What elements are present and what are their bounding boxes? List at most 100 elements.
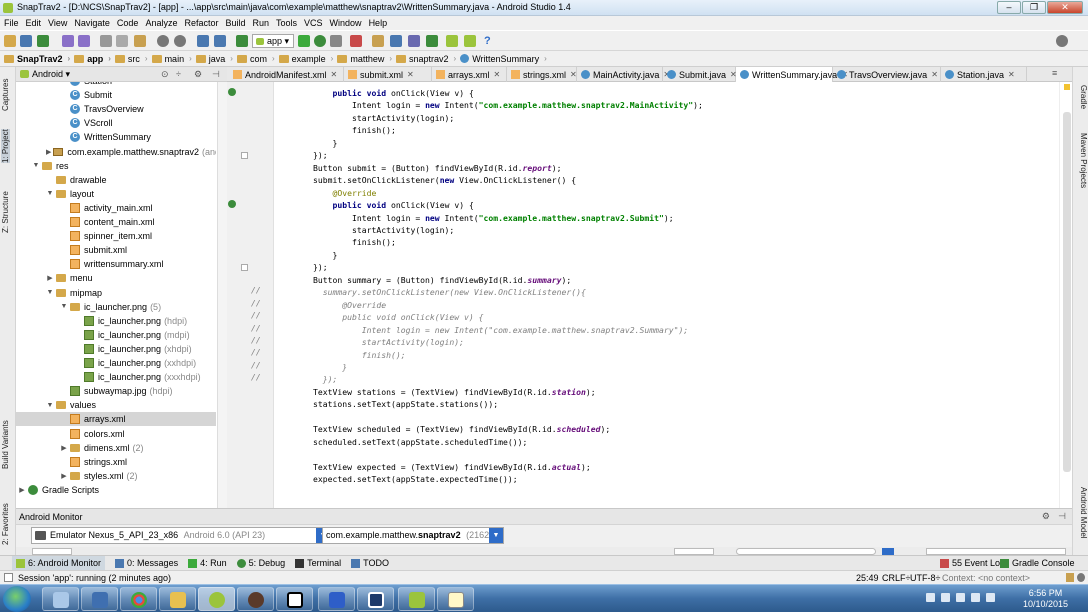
process-select[interactable]: com.example.matthew.snaptrav2 (21622) ▼ (322, 527, 504, 544)
editor-tab[interactable]: Station.java ✕ (941, 67, 1027, 82)
tree-item[interactable]: writtensummary.xml (16, 257, 216, 271)
breadcrumb-item[interactable]: java › (195, 54, 233, 64)
maximize-button[interactable]: ❐ (1022, 1, 1046, 14)
battery-icon[interactable] (971, 593, 980, 602)
tool-todo[interactable]: TODO (351, 558, 389, 568)
tree-item[interactable]: C Submit (16, 88, 216, 102)
undo-icon[interactable] (62, 35, 74, 47)
menu-refactor[interactable]: Refactor (184, 18, 218, 28)
project-structure-icon[interactable] (372, 35, 384, 47)
tree-item[interactable]: ▶ styles.xml (2) (16, 469, 216, 483)
editor-tab[interactable]: strings.xml ✕ (507, 67, 577, 82)
make-project-icon[interactable] (236, 35, 248, 47)
breadcrumb-item[interactable]: SnapTrav2 › (4, 54, 70, 64)
line-separator[interactable]: CRLF÷ (882, 573, 910, 583)
menu-run[interactable]: Run (253, 18, 270, 28)
lock-icon[interactable] (1066, 573, 1074, 582)
project-view-select[interactable]: Android ▾ (20, 69, 70, 80)
tool-gradle-console[interactable]: Gradle Console (1000, 558, 1075, 568)
tree-item[interactable]: ic_launcher.png (xhdpi) (16, 342, 216, 356)
taskbar-app[interactable] (237, 587, 274, 611)
tree-item[interactable]: content_main.xml (16, 215, 216, 229)
tool-terminal[interactable]: Terminal (295, 558, 341, 568)
filter-select[interactable] (926, 548, 1066, 555)
help-icon[interactable]: ? (484, 35, 496, 47)
network-icon[interactable] (956, 593, 965, 602)
tree-item[interactable]: C WrittenSummary (16, 130, 216, 144)
project-tree-scrollbar[interactable] (217, 82, 227, 508)
stop-icon[interactable] (350, 35, 362, 47)
editor-tab[interactable]: WrittenSummary.java✕ (736, 67, 848, 82)
structure-tool-button[interactable]: Z: Structure (1, 191, 10, 233)
tree-item[interactable]: ▼ res (16, 159, 216, 173)
close-icon[interactable]: ✕ (407, 70, 414, 79)
tree-item[interactable]: ic_launcher.png (xxhdpi) (16, 356, 216, 370)
start-button[interactable] (3, 586, 31, 612)
tab-overflow-icon[interactable]: ≡ (1052, 68, 1057, 78)
taskbar-app[interactable] (81, 587, 118, 611)
regex-checkbox[interactable] (882, 548, 894, 555)
hide-panel-icon[interactable]: ⊣ (212, 69, 220, 80)
tree-item[interactable]: drawable (16, 173, 216, 187)
captures-tool-button[interactable]: Captures (1, 79, 10, 111)
editor-tab[interactable]: MainActivity.java✕ (577, 67, 670, 82)
close-icon[interactable]: ✕ (494, 70, 501, 79)
build-variants-tool-button[interactable]: Build Variants (1, 420, 10, 469)
gear-icon[interactable]: ⚙ (194, 69, 202, 80)
toggle-tool-windows-icon[interactable] (4, 573, 13, 582)
close-icon[interactable]: ✕ (1008, 70, 1015, 79)
device-select[interactable]: Emulator Nexus_5_API_23_x86 Android 6.0 … (31, 527, 331, 544)
run-config-select[interactable]: app ▾ (252, 34, 294, 48)
cut-icon[interactable] (100, 35, 112, 47)
menu-file[interactable]: File (4, 18, 19, 28)
menu-view[interactable]: View (48, 18, 67, 28)
tree-item[interactable]: ic_launcher.png (mdpi) (16, 328, 216, 342)
tree-expand-icon[interactable]: ▼ (60, 303, 68, 310)
tray-arrow-icon[interactable] (926, 593, 935, 602)
tree-item[interactable]: C Station (16, 82, 216, 88)
sync-scroll-icon[interactable]: ⊙ (161, 69, 169, 80)
editor-tab[interactable]: AndroidManifest.xml ✕ (229, 67, 344, 82)
code-editor[interactable]: public void onClick(View v) { Intent log… (274, 82, 1059, 508)
log-level-select[interactable] (674, 548, 714, 555)
taskbar-app[interactable] (318, 587, 355, 611)
menu-build[interactable]: Build (225, 18, 245, 28)
close-button[interactable]: ✕ (1047, 1, 1083, 14)
taskbar-clock[interactable]: 6:56 PM 10/10/2015 (1023, 588, 1068, 610)
menu-vcs[interactable]: VCS (304, 18, 323, 28)
tool-event-log[interactable]: 55 Event Log (940, 558, 1005, 568)
collapse-all-icon[interactable]: ÷ (176, 69, 181, 79)
find-icon[interactable] (157, 35, 169, 47)
tree-item[interactable]: ▼ mipmap (16, 286, 216, 300)
sync-icon[interactable] (37, 35, 49, 47)
menu-navigate[interactable]: Navigate (74, 18, 110, 28)
breadcrumb-item[interactable]: com › (236, 54, 275, 64)
attach-debugger-icon[interactable] (330, 35, 342, 47)
fold-marker-icon[interactable] (241, 152, 248, 160)
tree-item[interactable]: ▼ values (16, 398, 216, 412)
tree-item[interactable]: activity_main.xml (16, 201, 216, 215)
editor-tab[interactable]: TravsOverview.java ✕ (833, 67, 941, 82)
gradle-tool-button[interactable]: Gradle (1079, 85, 1088, 109)
search-everywhere-icon[interactable] (1056, 35, 1068, 47)
breadcrumb-item[interactable]: main › (151, 54, 192, 64)
volume-icon[interactable] (986, 593, 995, 602)
gradle-sync-icon[interactable] (426, 35, 438, 47)
editor-scroll-thumb[interactable] (1063, 112, 1071, 472)
tree-item[interactable]: C TravsOverview (16, 102, 216, 116)
copy-icon[interactable] (116, 35, 128, 47)
chevron-down-icon[interactable]: ▼ (489, 528, 503, 543)
fold-marker-icon[interactable] (241, 264, 248, 272)
replace-icon[interactable] (174, 35, 186, 47)
tree-item[interactable]: strings.xml (16, 455, 216, 469)
run-icon[interactable] (298, 35, 310, 47)
project-tool-button[interactable]: 1: Project (1, 129, 10, 163)
action-center-icon[interactable] (941, 593, 950, 602)
editor-tab[interactable]: Submit.java ✕ (663, 67, 737, 82)
android-device-monitor-icon[interactable] (446, 35, 458, 47)
logcat-search-input[interactable] (736, 548, 876, 555)
tool-run[interactable]: 4: Run (188, 558, 227, 568)
tree-item[interactable]: colors.xml (16, 427, 216, 441)
tree-item[interactable]: subwaymap.jpg (hdpi) (16, 384, 216, 398)
override-marker-icon[interactable] (228, 88, 236, 96)
